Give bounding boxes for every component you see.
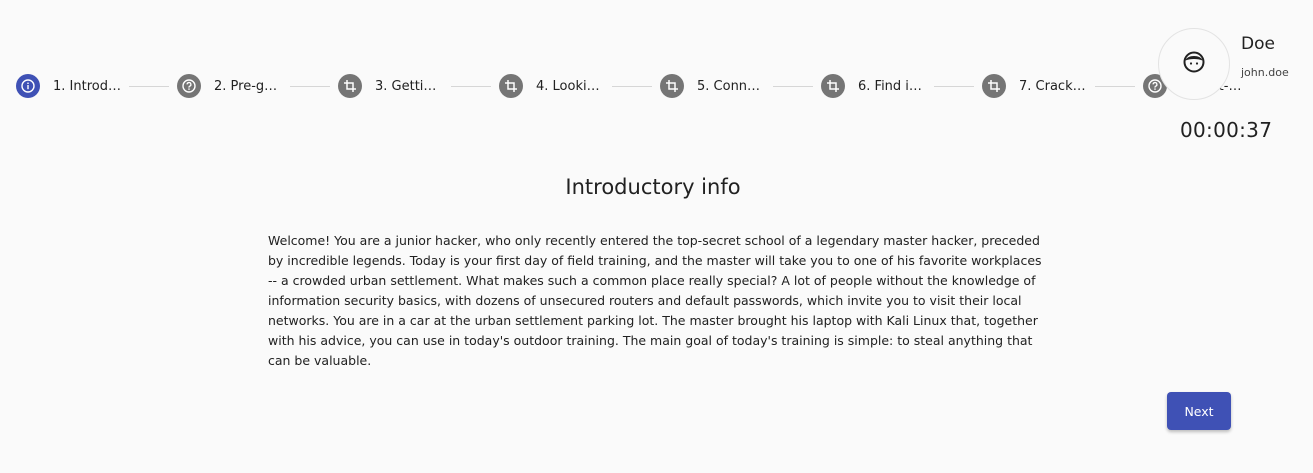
face-icon (1183, 51, 1205, 77)
step-connector (934, 85, 974, 87)
step-connector (451, 85, 491, 87)
crop-icon (499, 74, 523, 98)
crop-icon (982, 74, 1006, 98)
user-profile: Doe john.doe (1158, 28, 1289, 100)
step-connector (773, 85, 813, 87)
user-name: Doe (1241, 34, 1275, 54)
step-label: 7. Crack t... (1019, 78, 1087, 94)
step-label: 4. Looking... (536, 78, 604, 94)
step-3[interactable]: 3. Getting... (338, 74, 443, 98)
step-label: 1. Introdu... (53, 78, 121, 94)
step-label: 5. Connect... (697, 78, 765, 94)
level-content: Welcome! You are a junior hacker, who on… (268, 233, 1042, 368)
crop-icon (338, 74, 362, 98)
step-4[interactable]: 4. Looking... (499, 74, 604, 98)
info-icon (16, 74, 40, 98)
step-6[interactable]: 6. Find in... (821, 74, 926, 98)
step-5[interactable]: 5. Connect... (660, 74, 765, 98)
step-label: 3. Getting... (375, 78, 443, 94)
step-1[interactable]: 1. Introdu... (16, 74, 121, 98)
level-stepper: 1. Introdu... 2. Pre-gam... 3. Getting..… (16, 73, 1248, 99)
step-label: 6. Find in... (858, 78, 926, 94)
page-title: Introductory info (565, 175, 741, 199)
game-timer: 00:00:37 (1180, 118, 1273, 142)
avatar[interactable] (1158, 28, 1230, 100)
user-info: Doe john.doe (1241, 28, 1289, 79)
next-button[interactable]: Next (1167, 392, 1231, 430)
step-connector (1095, 85, 1135, 87)
help-icon (177, 74, 201, 98)
step-connector (612, 85, 652, 87)
step-7[interactable]: 7. Crack t... (982, 74, 1087, 98)
crop-icon (821, 74, 845, 98)
user-login: john.doe (1241, 66, 1289, 79)
step-connector (129, 85, 169, 87)
step-2[interactable]: 2. Pre-gam... (177, 74, 282, 98)
crop-icon (660, 74, 684, 98)
step-connector (290, 85, 330, 87)
step-label: 2. Pre-gam... (214, 78, 282, 94)
